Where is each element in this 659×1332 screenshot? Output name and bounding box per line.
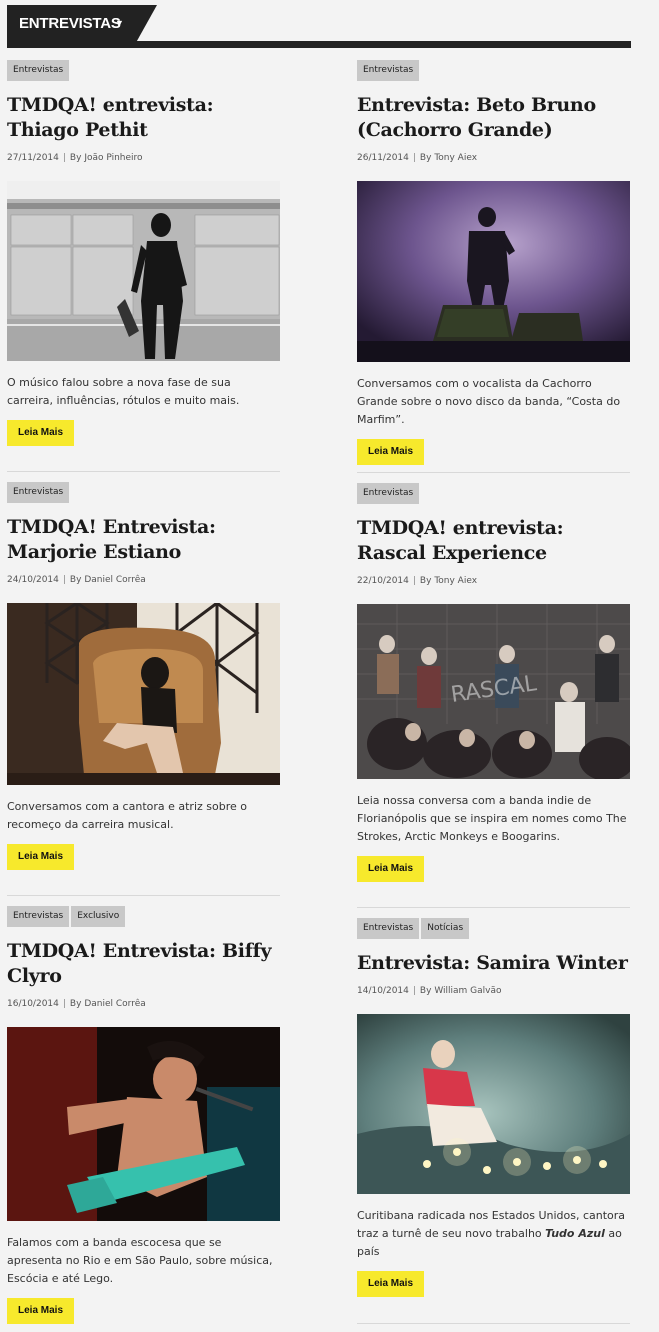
post-date: 16/10/2014 [7,999,59,1009]
post-divider [357,1323,630,1324]
post-author[interactable]: Daniel Corrêa [84,575,145,585]
post-title[interactable]: TMDQA! entrevista: Rascal Experience [357,516,630,566]
post-excerpt: Conversamos com o vocalista da Cachorro … [357,377,621,426]
tag-link[interactable]: Entrevistas [7,906,70,927]
post-title[interactable]: Entrevista: Beto Bruno (Cachorro Grande) [357,93,630,143]
post-tags: Entrevistas Notícias [357,918,630,939]
by-prefix: By [419,986,432,996]
post-excerpt: Leia nossa conversa com a banda indie de… [357,794,627,843]
tag-link[interactable]: Entrevistas [357,483,420,504]
post-card: Entrevistas TMDQA! entrevista: Rascal Ex… [357,483,630,908]
post-card: Entrevistas Entrevista: Beto Bruno (Cach… [357,60,630,473]
post-tags: Entrevistas [7,60,280,81]
caret-down-icon[interactable]: ▼ [115,18,124,28]
by-prefix: By [69,999,82,1009]
post-date: 27/11/2014 [7,153,59,163]
post-image[interactable] [7,181,280,361]
post-author[interactable]: William Galvão [434,986,501,996]
post-meta: 22/10/2014 | By Tony Aiex [357,575,630,587]
section-header: ENTREVISTAS ▼ [7,5,631,48]
meta-separator: | [62,575,66,585]
post-meta: 27/11/2014 | By João Pinheiro [7,152,280,164]
post-tags: Entrevistas Exclusivo [7,906,280,927]
post-tags: Entrevistas [7,482,280,503]
post-title[interactable]: TMDQA! entrevista: Thiago Pethit [7,93,280,143]
post-card: Entrevistas Exclusivo TMDQA! Entrevista:… [7,906,280,1324]
post-author[interactable]: João Pinheiro [84,153,142,163]
post-author[interactable]: Daniel Corrêa [84,999,145,1009]
post-meta: 14/10/2014 | By William Galvão [357,985,630,997]
section-tab-slant [133,5,157,48]
post-date: 22/10/2014 [357,576,409,586]
meta-separator: | [62,153,66,163]
post-excerpt: Curitibana radicada nos Estados Unidos, … [357,1207,630,1261]
meta-separator: | [412,986,416,996]
by-prefix: By [419,153,432,163]
post-date: 24/10/2014 [7,575,59,585]
post-date: 26/11/2014 [357,153,409,163]
post-excerpt: Conversamos com a cantora e atriz sobre … [7,800,248,831]
post-author[interactable]: Tony Aiex [434,153,477,163]
post-divider [7,895,280,896]
read-more-button[interactable]: Leia Mais [7,844,75,870]
post-excerpt: Falamos com a banda escocesa que se apre… [7,1236,273,1285]
tag-link[interactable]: Notícias [421,918,470,939]
tag-link[interactable]: Exclusivo [71,906,126,927]
post-title[interactable]: TMDQA! Entrevista: Biffy Clyro [7,939,280,989]
tag-link[interactable]: Entrevistas [7,60,70,81]
post-divider [7,471,280,472]
post-meta: 24/10/2014 | By Daniel Corrêa [7,574,280,586]
post-meta: 26/11/2014 | By Tony Aiex [357,152,630,164]
album-title: Tudo Azul [545,1227,605,1240]
post-author[interactable]: Tony Aiex [434,576,477,586]
post-image[interactable] [7,603,280,785]
read-more-button[interactable]: Leia Mais [7,420,75,446]
post-image[interactable] [357,181,630,362]
tag-link[interactable]: Entrevistas [357,60,420,81]
by-prefix: By [69,575,82,585]
post-image[interactable] [357,1014,630,1194]
section-title[interactable]: ENTREVISTAS [19,15,121,32]
post-tags: Entrevistas [357,483,630,504]
post-excerpt: O músico falou sobre a nova fase de sua … [7,376,240,407]
read-more-button[interactable]: Leia Mais [7,1298,75,1324]
tag-link[interactable]: Entrevistas [7,482,70,503]
post-title[interactable]: TMDQA! Entrevista: Marjorie Estiano [7,515,280,565]
post-image[interactable]: RASCAL [357,604,630,779]
post-image[interactable] [7,1027,280,1221]
meta-separator: | [62,999,66,1009]
read-more-button[interactable]: Leia Mais [357,856,425,882]
post-card: Entrevistas Notícias Entrevista: Samira … [357,918,630,1324]
meta-separator: | [412,576,416,586]
read-more-button[interactable]: Leia Mais [357,439,425,465]
tag-link[interactable]: Entrevistas [357,918,420,939]
by-prefix: By [419,576,432,586]
post-divider [357,472,630,473]
post-meta: 16/10/2014 | By Daniel Corrêa [7,998,280,1010]
by-prefix: By [69,153,82,163]
post-tags: Entrevistas [357,60,630,81]
meta-separator: | [412,153,416,163]
read-more-button[interactable]: Leia Mais [357,1271,425,1297]
post-card: Entrevistas TMDQA! entrevista: Thiago Pe… [7,60,280,472]
post-card: Entrevistas TMDQA! Entrevista: Marjorie … [7,482,280,896]
post-divider [357,907,630,908]
post-title[interactable]: Entrevista: Samira Winter [357,951,630,976]
post-date: 14/10/2014 [357,986,409,996]
